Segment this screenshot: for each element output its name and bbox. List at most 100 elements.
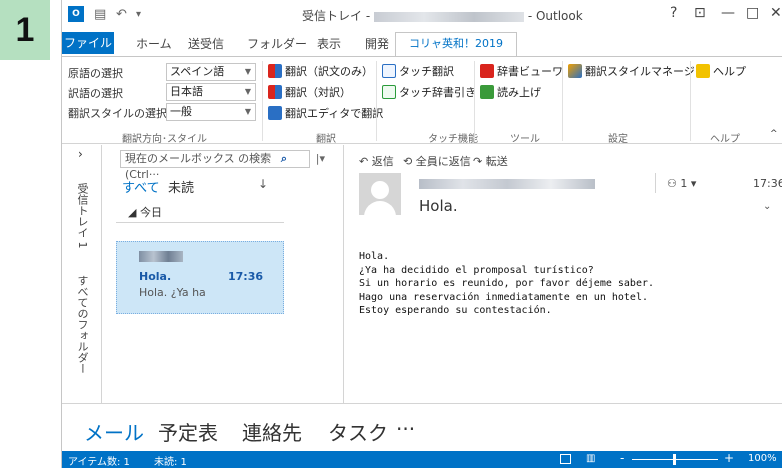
window-title: 受信トレイ - - Outlook: [302, 9, 583, 23]
reply-all-button[interactable]: ⟲ 全員に返信: [403, 153, 471, 169]
message-body: Hola. ¿Ya ha decidido el promposal turís…: [359, 251, 655, 316]
zoom-level[interactable]: 100%: [748, 453, 777, 464]
translate-editor-button[interactable]: 翻訳エディタで翻訳: [268, 105, 383, 121]
ribbon: 原語の選択 スペイン語 ▼ 訳語の選択 日本語 ▼ 翻訳スタイルの選択 一般 ▼ 翻訳…: [62, 56, 782, 145]
collapse-ribbon-icon[interactable]: ^: [770, 129, 778, 139]
title-bar: O ▤ ↶ ▾ 受信トレイ - - Outlook ? ⊡ — □ ✕: [62, 0, 782, 30]
dictionary-icon: [480, 64, 494, 78]
style-label: 翻訳スタイルの選択: [68, 107, 167, 120]
tab-korya-eiwa[interactable]: コリャ英和！2019: [395, 32, 517, 56]
step-badge: 1: [0, 0, 50, 60]
nav-more[interactable]: ···: [396, 417, 415, 441]
help-icon[interactable]: ?: [670, 5, 677, 21]
forward-button[interactable]: ↷ 転送: [473, 153, 508, 169]
item-time: 17:36: [227, 270, 263, 283]
status-item-count: アイテム数: 1: [68, 457, 130, 468]
style-select[interactable]: 一般 ▼: [166, 103, 256, 121]
chevron-down-icon: ▼: [244, 107, 251, 116]
translate-icon: [268, 64, 282, 78]
source-lang-select[interactable]: スペイン語 ▼: [166, 63, 256, 81]
translate-pair-icon: [268, 85, 282, 99]
translate-pair-button[interactable]: 翻訳（対訳）: [268, 84, 351, 100]
redacted-sender-address: [419, 179, 595, 189]
nav-inbox[interactable]: 受信トレイ 1: [74, 183, 90, 249]
nav-contacts[interactable]: 連絡先: [242, 417, 302, 446]
nav-calendar[interactable]: 予定表: [158, 417, 218, 446]
reading-view-icon[interactable]: ▥: [586, 453, 595, 464]
target-lang-label: 訳語の選択: [68, 87, 123, 100]
group-separator: [474, 61, 475, 141]
tab-send-receive[interactable]: 送受信: [188, 35, 224, 52]
tab-file[interactable]: ファイル: [62, 32, 114, 54]
dict-viewer-button[interactable]: 辞書ビューワ: [480, 63, 563, 79]
help-button[interactable]: ヘルプ: [696, 63, 746, 79]
expand-header-icon[interactable]: ⌄: [763, 201, 771, 212]
normal-view-icon[interactable]: [560, 454, 571, 464]
zoom-slider-handle[interactable]: [673, 454, 676, 465]
header-divider: [655, 173, 656, 193]
read-aloud-button[interactable]: 読み上げ: [480, 84, 541, 100]
outlook-window: O ▤ ↶ ▾ 受信トレイ - - Outlook ? ⊡ — □ ✕ ファイル…: [61, 0, 782, 468]
nav-mail[interactable]: メール: [84, 417, 144, 446]
message-subject: Hola.: [419, 197, 458, 215]
maximize-button[interactable]: □: [746, 5, 759, 21]
group-label-direction: 翻訳方向･スタイル: [122, 134, 207, 145]
style-manager-icon: [568, 64, 582, 78]
outlook-app-icon[interactable]: O: [68, 6, 84, 22]
minimize-button[interactable]: —: [721, 5, 735, 21]
ribbon-tabs: ファイル ホーム 送受信 フォルダー 表示 開発 コリャ英和！2019: [62, 32, 782, 56]
close-button[interactable]: ✕: [770, 5, 782, 21]
zoom-out-button[interactable]: -: [620, 451, 624, 465]
tab-folder[interactable]: フォルダー: [247, 35, 307, 52]
chevron-down-icon: ▼: [244, 87, 251, 96]
tab-view[interactable]: 表示: [317, 35, 341, 52]
list-item[interactable]: Hola. 17:36 Hola. ¿Ya ha: [116, 241, 284, 314]
forward-icon: ↷: [473, 155, 486, 168]
qat-dropdown-icon[interactable]: ▾: [136, 9, 141, 20]
group-label-help: ヘルプ: [710, 134, 740, 145]
style-manager-button[interactable]: 翻訳スタイルマネージャ: [568, 63, 705, 79]
group-separator: [690, 61, 691, 141]
people-count[interactable]: ⚇ 1 ▾: [667, 177, 696, 190]
reply-all-icon: ⟲: [403, 155, 416, 168]
avatar[interactable]: [359, 173, 401, 215]
redacted-sender: [139, 251, 183, 262]
group-label-settings: 設定: [608, 134, 628, 145]
target-lang-select[interactable]: 日本語 ▼: [166, 83, 256, 101]
zoom-in-button[interactable]: +: [724, 451, 734, 465]
list-divider: [116, 222, 284, 223]
message-time: 17:36: [753, 177, 782, 190]
status-bar: アイテム数: 1 未読: 1 ▥ - + 100%: [62, 451, 782, 468]
sort-arrow-icon[interactable]: ↓: [258, 177, 268, 191]
folder-pane-collapsed: › 受信トレイ 1 すべてのフォルダー: [62, 145, 102, 403]
touch-translate-icon: [382, 64, 396, 78]
save-icon[interactable]: ▤: [94, 7, 106, 22]
group-label-touch: タッチ機能: [428, 134, 478, 145]
touch-dict-icon: [382, 85, 396, 99]
nav-all-folders[interactable]: すべてのフォルダー: [74, 275, 90, 374]
status-unread-count: 未読: 1: [154, 457, 187, 468]
reply-button[interactable]: ↶ 返信: [359, 153, 394, 169]
group-label-translate: 翻訳: [316, 134, 336, 145]
redacted-account: [373, 11, 524, 22]
tab-home[interactable]: ホーム: [136, 35, 172, 52]
undo-icon[interactable]: ↶: [116, 7, 127, 22]
search-icon[interactable]: ⌕: [281, 151, 287, 167]
translate-only-button[interactable]: 翻訳（訳文のみ）: [268, 63, 373, 79]
expand-folder-pane-icon[interactable]: ›: [78, 147, 83, 161]
help-book-icon: [696, 64, 710, 78]
nav-tasks[interactable]: タスク: [328, 417, 388, 446]
tab-developer[interactable]: 開発: [365, 35, 389, 52]
touch-dict-button[interactable]: タッチ辞書引き: [382, 84, 476, 100]
item-preview: Hola. ¿Ya ha: [139, 286, 206, 299]
filter-unread[interactable]: 未読: [168, 177, 194, 196]
search-input[interactable]: 現在のメールボックス の検索 (Ctrl··· ⌕ |▾: [120, 150, 325, 181]
touch-translate-button[interactable]: タッチ翻訳: [382, 63, 454, 79]
ribbon-display-icon[interactable]: ⊡: [694, 5, 706, 21]
filter-all[interactable]: すべて: [122, 177, 160, 196]
message-list: 現在のメールボックス の検索 (Ctrl··· ⌕ |▾ すべて 未読 ↓ ◢ …: [102, 145, 344, 403]
group-header-today[interactable]: ◢ 今日: [128, 204, 162, 220]
group-separator: [262, 61, 263, 141]
search-scope-dropdown[interactable]: |▾: [316, 151, 325, 167]
group-separator: [562, 61, 563, 141]
